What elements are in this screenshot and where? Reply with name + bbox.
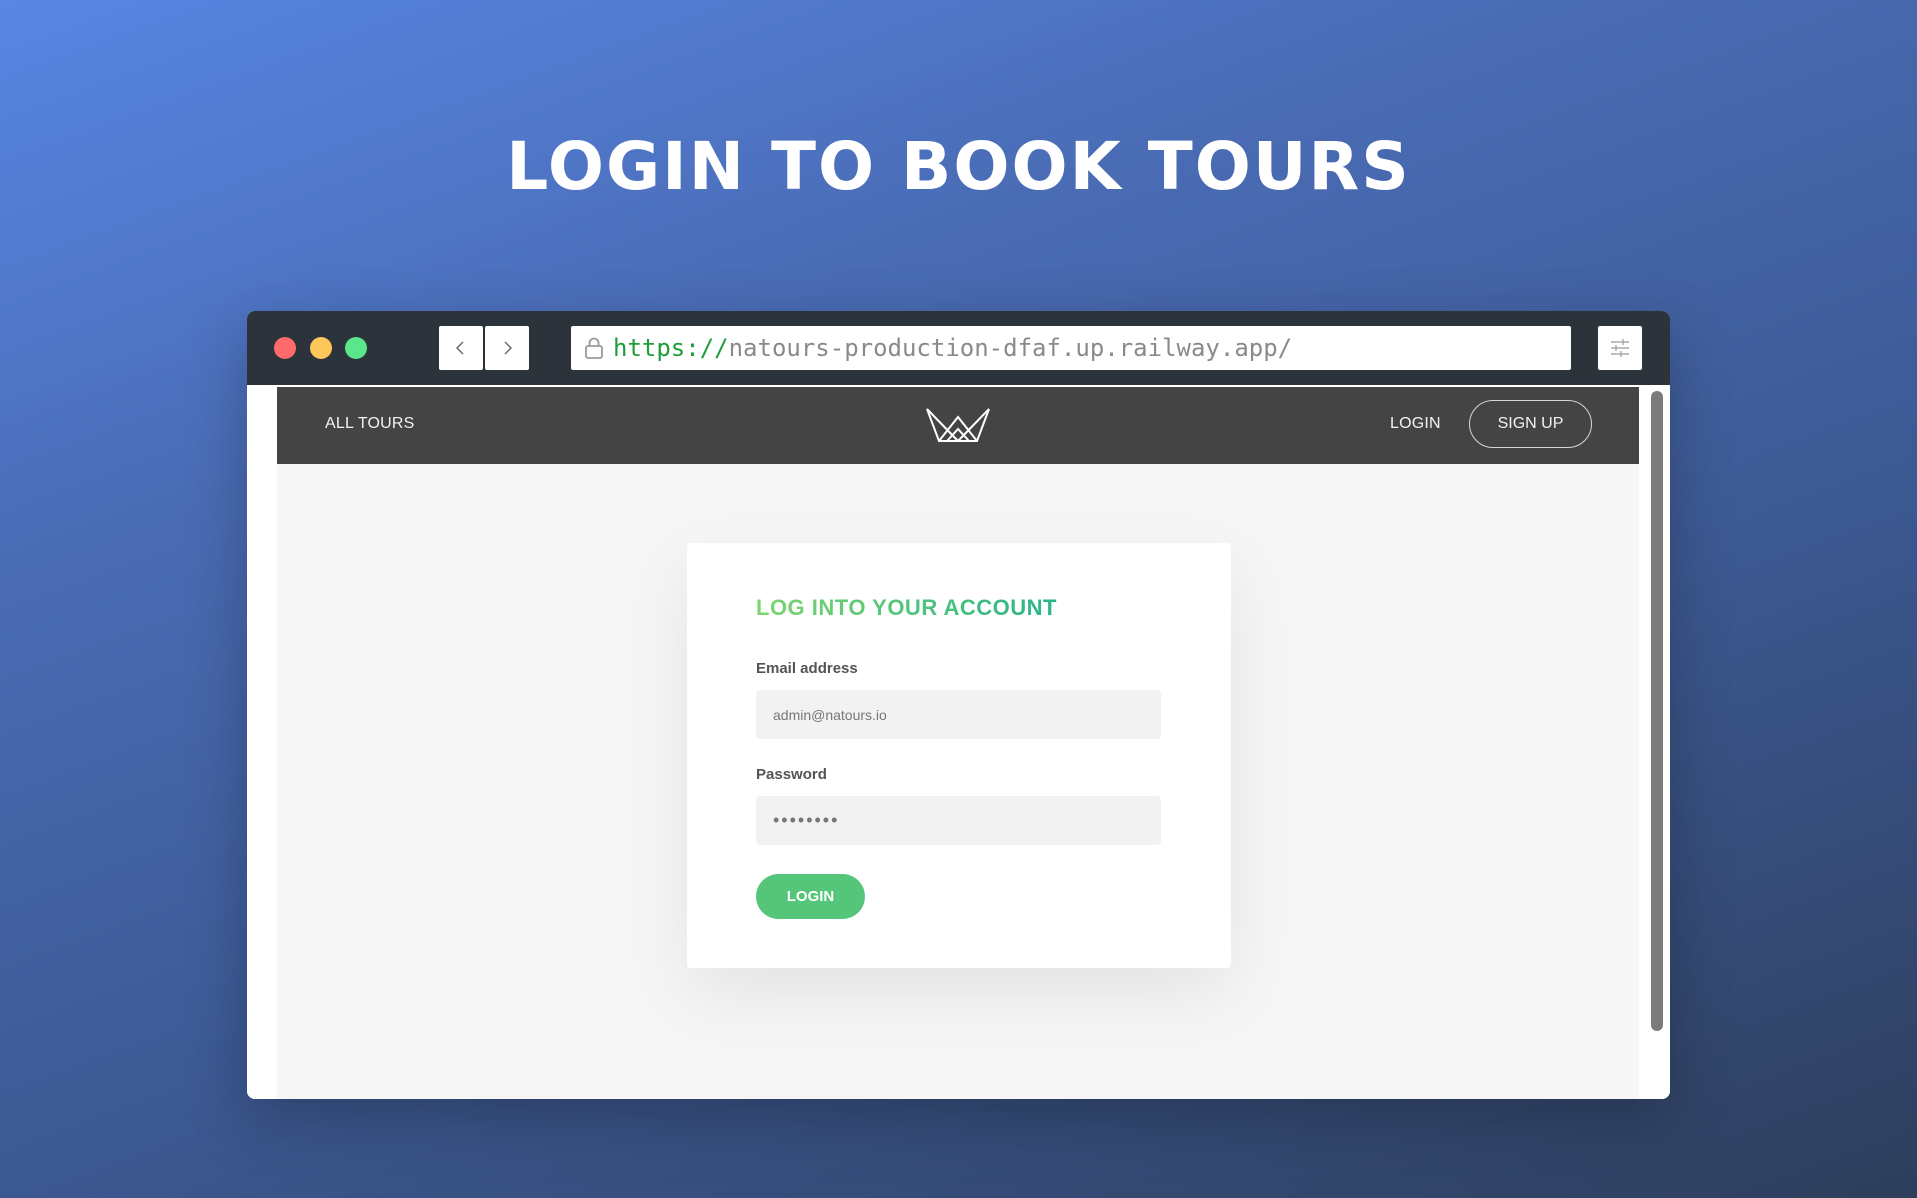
url-host: natours-production-dfaf.up.railway.app/ [728, 334, 1293, 362]
address-bar[interactable]: https://natours-production-dfaf.up.railw… [571, 326, 1571, 370]
forward-arrow-icon [504, 341, 513, 355]
natours-logo-icon [926, 408, 990, 442]
login-form-title: LOG INTO YOUR ACCOUNT [756, 595, 1057, 620]
browser-window: https://natours-production-dfaf.up.railw… [247, 311, 1670, 1099]
settings-sliders-icon [1611, 339, 1629, 357]
email-field[interactable]: admin@natours.io [756, 690, 1161, 739]
minimize-window-button[interactable] [310, 337, 332, 359]
site-header: ALL TOURS LOGIN SIGN UP [277, 387, 1639, 464]
nav-all-tours-link[interactable]: ALL TOURS [325, 415, 415, 433]
close-window-button[interactable] [274, 337, 296, 359]
email-label: Email address [756, 660, 858, 677]
page-headline: LOGIN TO BOOK TOURS [506, 128, 1411, 205]
browser-titlebar: https://natours-production-dfaf.up.railw… [247, 311, 1670, 385]
browser-viewport: ALL TOURS LOGIN SIGN UP LOG INTO YOUR AC… [247, 385, 1670, 1099]
login-card: LOG INTO YOUR ACCOUNT Email address admi… [687, 543, 1231, 968]
url-scheme: https:// [613, 334, 729, 362]
maximize-window-button[interactable] [345, 337, 367, 359]
nav-signup-button[interactable]: SIGN UP [1469, 400, 1592, 448]
vertical-scrollbar[interactable] [1651, 391, 1663, 1031]
forward-button[interactable] [485, 326, 529, 370]
web-page: ALL TOURS LOGIN SIGN UP LOG INTO YOUR AC… [277, 387, 1639, 1099]
password-label: Password [756, 766, 827, 783]
login-submit-button[interactable]: LOGIN [756, 874, 865, 919]
back-arrow-icon [455, 341, 464, 355]
password-field[interactable]: •••••••• [756, 796, 1161, 845]
lock-icon [585, 337, 603, 359]
back-button[interactable] [439, 326, 483, 370]
nav-login-link[interactable]: LOGIN [1390, 415, 1441, 433]
browser-settings-button[interactable] [1598, 326, 1642, 370]
